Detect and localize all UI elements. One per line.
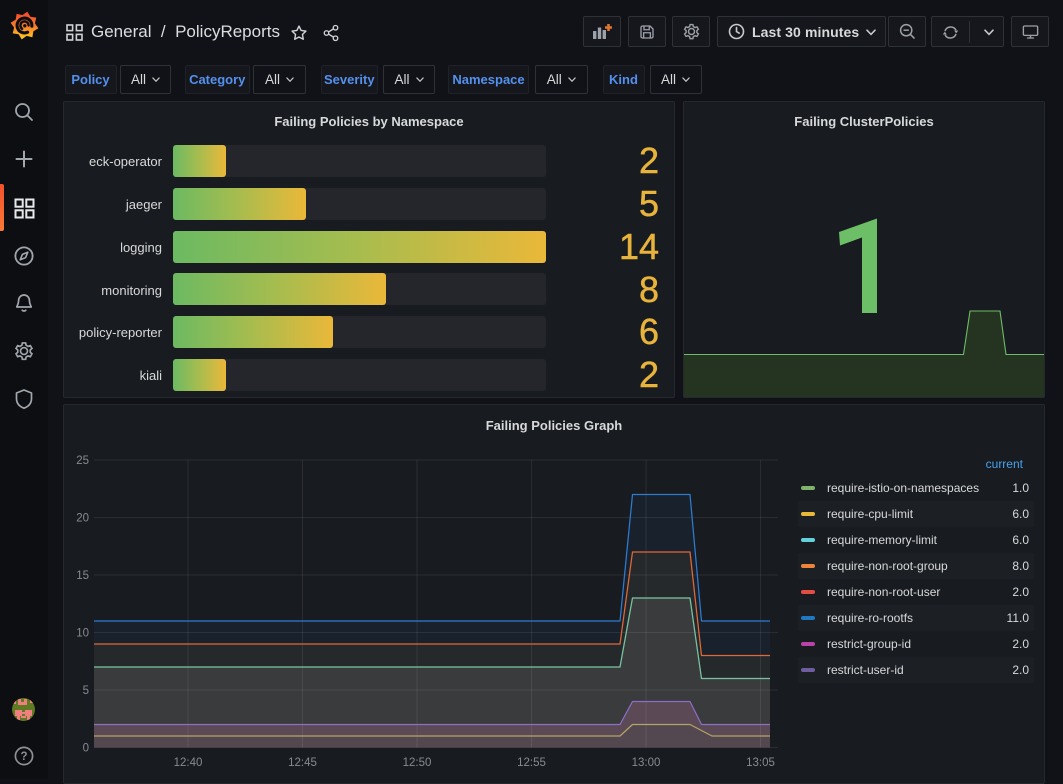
svg-text:20: 20 [76, 513, 89, 525]
svg-text:?: ? [20, 751, 27, 763]
svg-text:13:05: 13:05 [746, 757, 775, 769]
svg-text:5: 5 [83, 685, 89, 697]
svg-text:15: 15 [76, 570, 89, 582]
svg-text:12:50: 12:50 [403, 757, 432, 769]
svg-text:12:45: 12:45 [288, 757, 317, 769]
svg-text:12:55: 12:55 [517, 757, 546, 769]
svg-text:12:40: 12:40 [174, 757, 203, 769]
svg-text:13:00: 13:00 [632, 757, 661, 769]
svg-text:10: 10 [76, 628, 89, 640]
svg-text:0: 0 [83, 743, 89, 755]
svg-text:25: 25 [76, 455, 89, 467]
